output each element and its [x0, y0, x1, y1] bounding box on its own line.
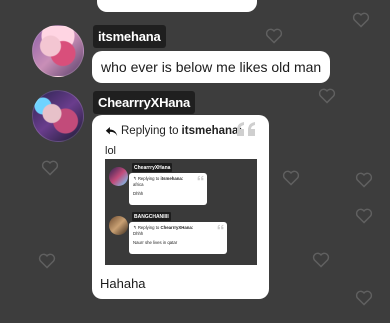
reply-target: ChearrryXHana:	[160, 225, 194, 230]
heart-icon	[265, 28, 283, 44]
heart-icon	[355, 208, 373, 224]
author-name: BANGCHANIIII	[132, 212, 171, 221]
reply-quoted-text: Dhhh	[133, 231, 144, 236]
heart-icon	[355, 290, 373, 306]
reply-arrow-icon: ↰	[133, 176, 137, 181]
heart-icon	[38, 253, 56, 269]
reply-target: itsmehana:	[160, 176, 184, 181]
reply-header[interactable]: Replying to itsmehana:	[105, 125, 242, 137]
message-bubble: ↰ Replying to ChearrryXHana: Dhhh Naurr …	[129, 222, 227, 254]
quote-icon	[237, 122, 255, 136]
quote-icon	[217, 224, 224, 230]
avatar[interactable]	[32, 90, 84, 142]
heart-icon	[282, 170, 300, 186]
message-bubble: who ever is below me likes old man	[92, 51, 331, 83]
reply-arrow-icon: ↰	[133, 225, 137, 230]
quote-icon	[197, 175, 204, 181]
avatar[interactable]	[32, 25, 84, 77]
reply-arrow-icon	[105, 126, 118, 136]
chat-screen: { "messages": [ { "author": "itsmehana",…	[0, 0, 390, 323]
avatar	[109, 216, 128, 235]
reply-prefix: Replying to	[137, 225, 160, 230]
heart-icon	[318, 88, 336, 104]
message-text: Dhhh	[133, 191, 144, 196]
heart-icon	[352, 12, 370, 28]
attached-screenshot[interactable]: ChearrryXHana ↰ Replying to itsmehana: a…	[105, 159, 257, 265]
message-bubble: ↰ Replying to itsmehana: africa Dhhh	[129, 173, 207, 205]
reply-message-card: Replying to itsmehana: lol ChearrryXHana…	[92, 115, 269, 299]
author-name[interactable]: ChearrryXHana	[93, 91, 196, 114]
reply-prefix: Replying to	[137, 176, 160, 181]
heart-icon	[312, 252, 330, 268]
heart-icon	[355, 172, 373, 188]
reply-target: itsmehana:	[181, 125, 243, 137]
message-text: Hahaha	[100, 276, 146, 291]
reply-prefix: Replying to	[121, 125, 179, 137]
previous-message-bubble	[97, 0, 257, 12]
author-name[interactable]: itsmehana	[93, 25, 166, 48]
reply-quoted-text: lol	[105, 145, 117, 157]
avatar	[109, 167, 128, 186]
heart-icon	[41, 160, 59, 176]
author-name: ChearrryXHana	[132, 163, 173, 172]
message-text: who ever is below me likes old man	[101, 59, 322, 75]
message-text: Naurr she lives in qatar	[133, 240, 178, 245]
reply-quoted-text: africa	[133, 182, 144, 187]
